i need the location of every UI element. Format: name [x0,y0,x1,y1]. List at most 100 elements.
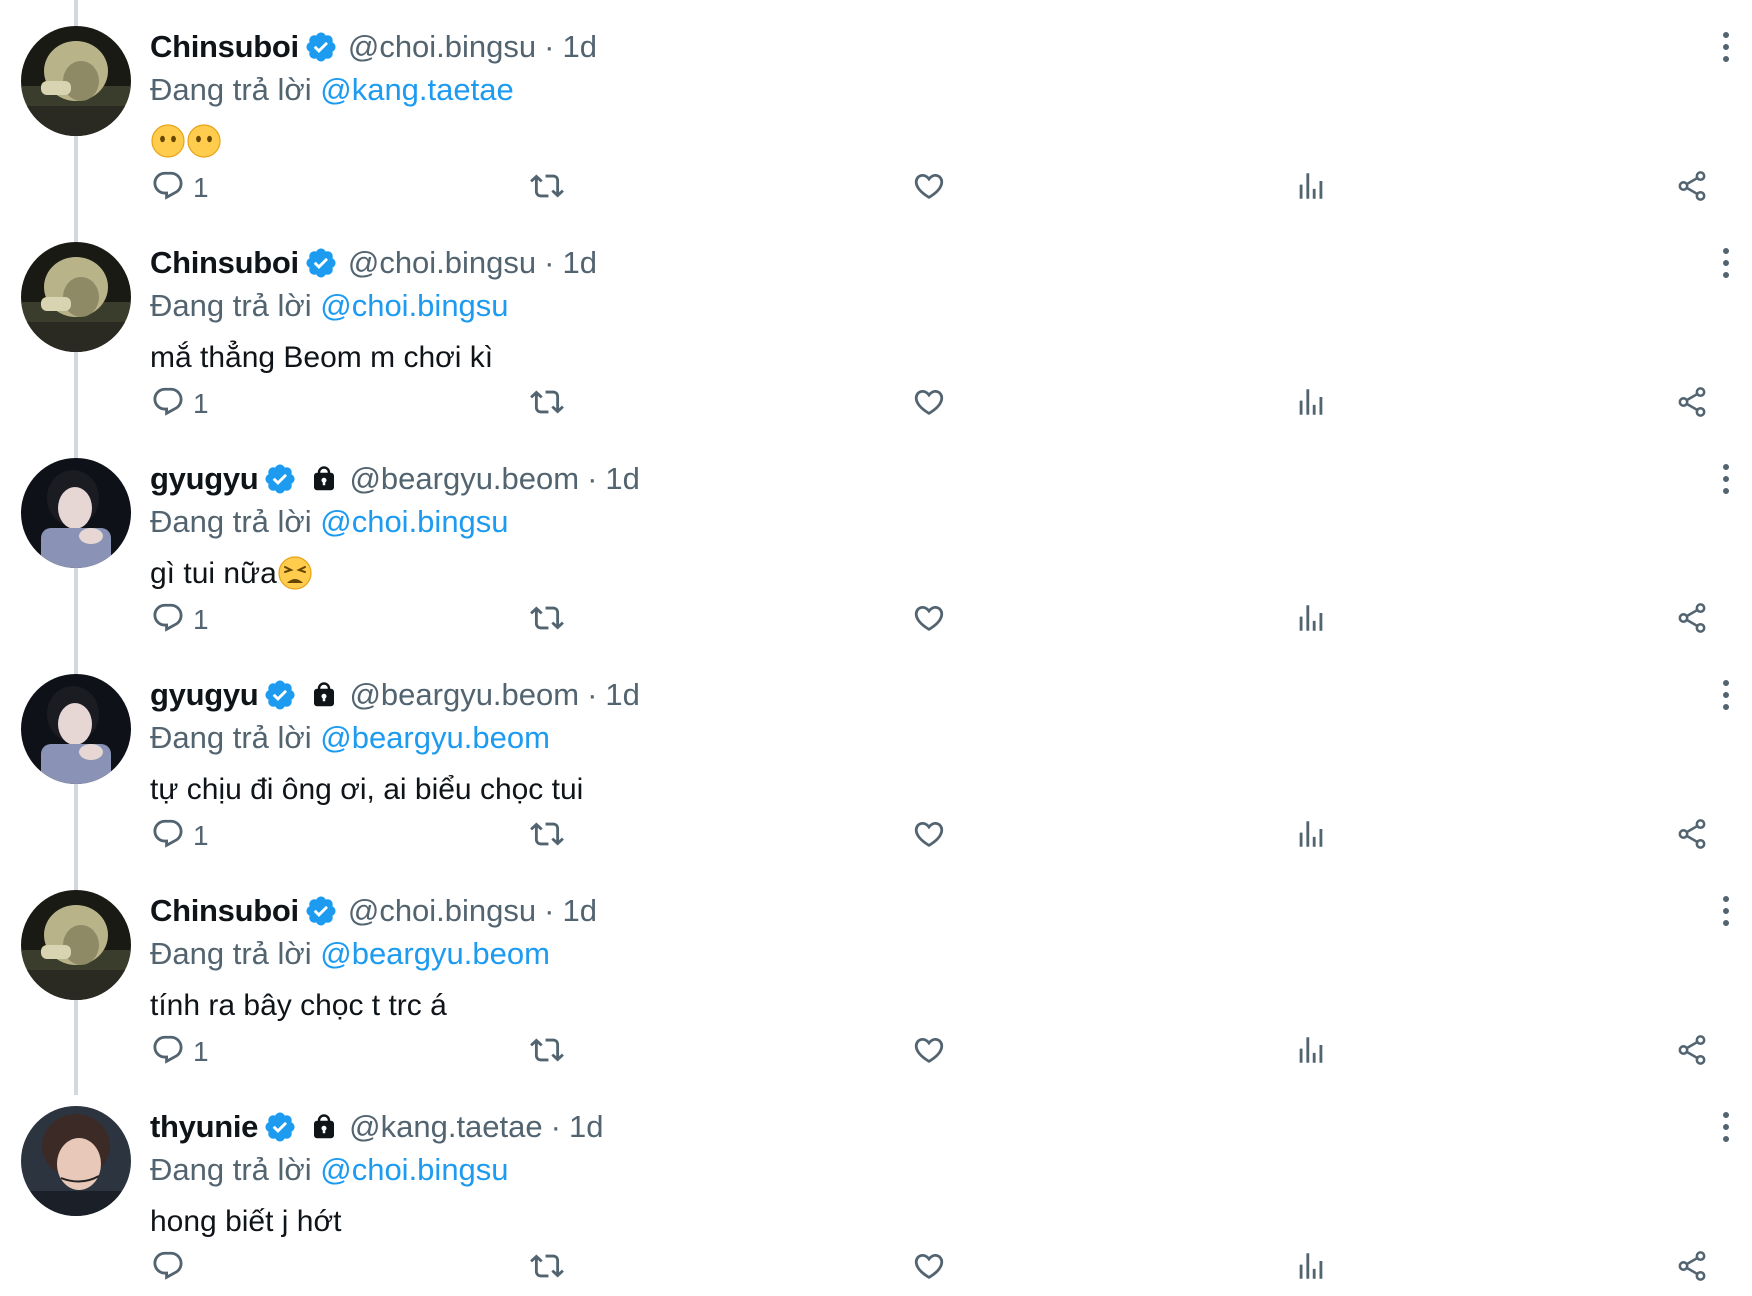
like-button[interactable] [912,600,946,640]
reply-mention-link[interactable]: @beargyu.beom [320,720,550,755]
retweet-button[interactable] [530,1032,564,1072]
reply-count: 1 [193,1036,209,1067]
display-name[interactable]: gyugyu [150,677,259,713]
bar-chart-icon [1294,1033,1328,1072]
bar-chart-icon [1294,385,1328,424]
like-button[interactable] [912,1032,946,1072]
bar-chart-icon [1294,169,1328,208]
share-icon [1675,1033,1709,1072]
tweet-reply[interactable]: gyugyu @beargyu.beom · 1d Đang trả lời @bear… [0,648,1752,864]
reply-mention-link[interactable]: @choi.bingsu [320,504,508,539]
user-handle[interactable]: @kang.taetae [349,1109,543,1145]
timestamp[interactable]: 1d [562,893,596,929]
retweet-button[interactable] [530,384,564,424]
share-icon [1675,385,1709,424]
tweet-reply[interactable]: Chinsuboi @choi.bingsu · 1d Đang trả lời @be… [0,864,1752,1080]
more-options-icon[interactable] [1720,894,1732,928]
display-name[interactable]: Chinsuboi [150,245,299,281]
views-button[interactable] [1294,600,1328,640]
tweet-reply[interactable]: Chinsuboi @choi.bingsu · 1d Đang trả lời @ch… [0,216,1752,432]
share-button[interactable] [1675,816,1709,856]
heart-icon [912,1033,946,1072]
retweet-icon [530,601,564,640]
user-handle[interactable]: @beargyu.beom [349,461,579,497]
views-button[interactable] [1294,1032,1328,1072]
reply-mention-link[interactable]: @beargyu.beom [320,936,550,971]
separator-dot: · [587,461,598,496]
retweet-button[interactable] [530,816,564,856]
reply-button[interactable]: 1 [151,168,209,208]
retweet-icon [530,1033,564,1072]
timestamp[interactable]: 1d [562,245,596,281]
reply-icon [151,385,185,424]
share-icon [1675,601,1709,640]
share-button[interactable] [1675,168,1709,208]
user-handle[interactable]: @choi.bingsu [348,893,536,929]
retweet-button[interactable] [530,168,564,208]
views-button[interactable] [1294,384,1328,424]
share-button[interactable] [1675,384,1709,424]
more-options-icon[interactable] [1720,30,1732,64]
retweet-icon [530,1249,564,1288]
tweet-text [150,120,1692,164]
reply-button[interactable]: 1 [151,600,209,640]
reply-button[interactable] [151,1248,193,1288]
tweet-reply[interactable]: Chinsuboi @choi.bingsu · 1d Đang trả lời @ka… [0,0,1752,216]
share-icon [1675,1249,1709,1288]
display-name[interactable]: Chinsuboi [150,29,299,65]
user-handle[interactable]: @beargyu.beom [349,677,579,713]
tweet-actions-bar: 1 [0,384,1752,428]
reply-button[interactable]: 1 [151,384,209,424]
reply-mention-link[interactable]: @kang.taetae [320,72,514,107]
share-button[interactable] [1675,1032,1709,1072]
like-button[interactable] [912,168,946,208]
like-button[interactable] [912,384,946,424]
lock-icon [309,1112,339,1142]
tweet-text-content: tự chịu đi ông ơi, ai biểu chọc tui [150,773,584,806]
reply-mention-link[interactable]: @choi.bingsu [320,1152,508,1187]
views-button[interactable] [1294,1248,1328,1288]
gyugyu-avatar[interactable] [21,458,131,568]
timestamp[interactable]: 1d [569,1109,603,1145]
display-name[interactable]: gyugyu [150,461,259,497]
thyunie-avatar[interactable] [21,1106,131,1216]
more-options-icon[interactable] [1720,246,1732,280]
more-options-icon[interactable] [1720,1110,1732,1144]
retweet-button[interactable] [530,600,564,640]
gyugyu-avatar[interactable] [21,674,131,784]
display-name[interactable]: thyunie [150,1109,258,1145]
heart-icon [912,385,946,424]
separator-dot: · [544,893,555,928]
share-button[interactable] [1675,1248,1709,1288]
share-button[interactable] [1675,600,1709,640]
like-button[interactable] [912,1248,946,1288]
verified-badge-icon [263,462,297,496]
timestamp[interactable]: 1d [562,29,596,65]
display-name[interactable]: Chinsuboi [150,893,299,929]
tweet-content: thyunie @kang.taetae · 1d Đang trả lời @choi… [150,1104,1692,1244]
chinsuboi-avatar[interactable] [21,26,131,136]
chinsuboi-avatar[interactable] [21,242,131,352]
like-button[interactable] [912,816,946,856]
user-handle[interactable]: @choi.bingsu [348,29,536,65]
retweet-button[interactable] [530,1248,564,1288]
views-button[interactable] [1294,168,1328,208]
user-handle[interactable]: @choi.bingsu [348,245,536,281]
reply-icon [151,601,185,640]
chinsuboi-avatar[interactable] [21,890,131,1000]
more-options-icon[interactable] [1720,678,1732,712]
lock-icon [309,464,339,494]
timestamp[interactable]: 1d [605,677,639,713]
views-button[interactable] [1294,816,1328,856]
timestamp[interactable]: 1d [605,461,639,497]
reply-mention-link[interactable]: @choi.bingsu [320,288,508,323]
more-options-icon[interactable] [1720,462,1732,496]
tweet-reply[interactable]: gyugyu @beargyu.beom · 1d Đang trả lời @choi… [0,432,1752,648]
replying-to-line: Đang trả lời @beargyu.beom [150,718,1692,758]
bar-chart-icon [1294,601,1328,640]
reply-icon [151,1033,185,1072]
face-without-mouth-emoji [186,123,222,159]
reply-button[interactable]: 1 [151,1032,209,1072]
tweet-reply[interactable]: thyunie @kang.taetae · 1d Đang trả lời @choi… [0,1080,1752,1296]
reply-button[interactable]: 1 [151,816,209,856]
